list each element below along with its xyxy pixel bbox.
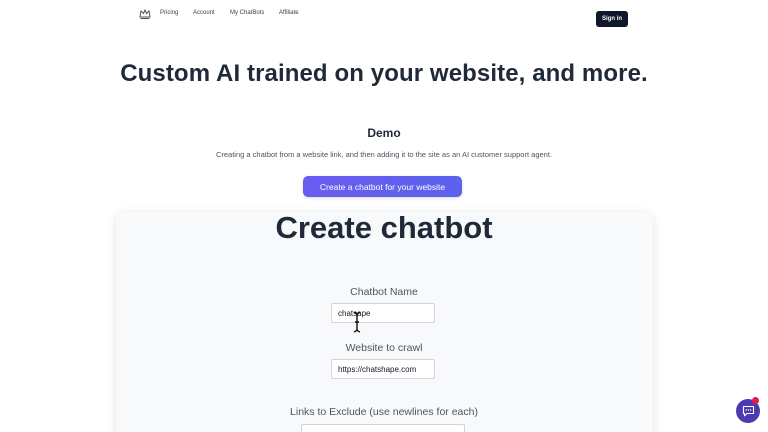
demo-description: Creating a chatbot from a website link, …: [215, 150, 553, 159]
nav-link-affiliate[interactable]: Affiliate: [279, 10, 299, 16]
crown-icon[interactable]: [139, 8, 151, 20]
create-chatbot-cta-button[interactable]: Create a chatbot for your website: [303, 176, 462, 197]
top-nav: Pricing Account My ChatBots Affiliate Si…: [0, 0, 768, 36]
website-label: Website to crawl: [345, 342, 423, 354]
nav-link-pricing[interactable]: Pricing: [160, 10, 178, 16]
hero-title: Custom AI trained on your website, and m…: [120, 60, 648, 87]
demo-heading: Demo: [367, 126, 401, 140]
links-exclude-label: Links to Exclude (use newlines for each): [290, 406, 478, 418]
links-exclude-textarea[interactable]: [301, 424, 465, 432]
chatbot-name-label: Chatbot Name: [350, 286, 418, 298]
text-cursor-icon: [353, 311, 361, 333]
nav-link-my-chatbots[interactable]: My ChatBots: [230, 10, 264, 16]
create-chatbot-title: Create chatbot: [275, 210, 493, 245]
notification-badge: [752, 397, 759, 404]
website-input[interactable]: https://chatshape.com: [331, 359, 435, 379]
nav-link-account[interactable]: Account: [193, 10, 215, 16]
chat-bubble-icon: [742, 405, 754, 417]
sign-in-button[interactable]: Sign in: [596, 11, 628, 27]
chatbot-name-input[interactable]: chatsape: [331, 303, 435, 323]
